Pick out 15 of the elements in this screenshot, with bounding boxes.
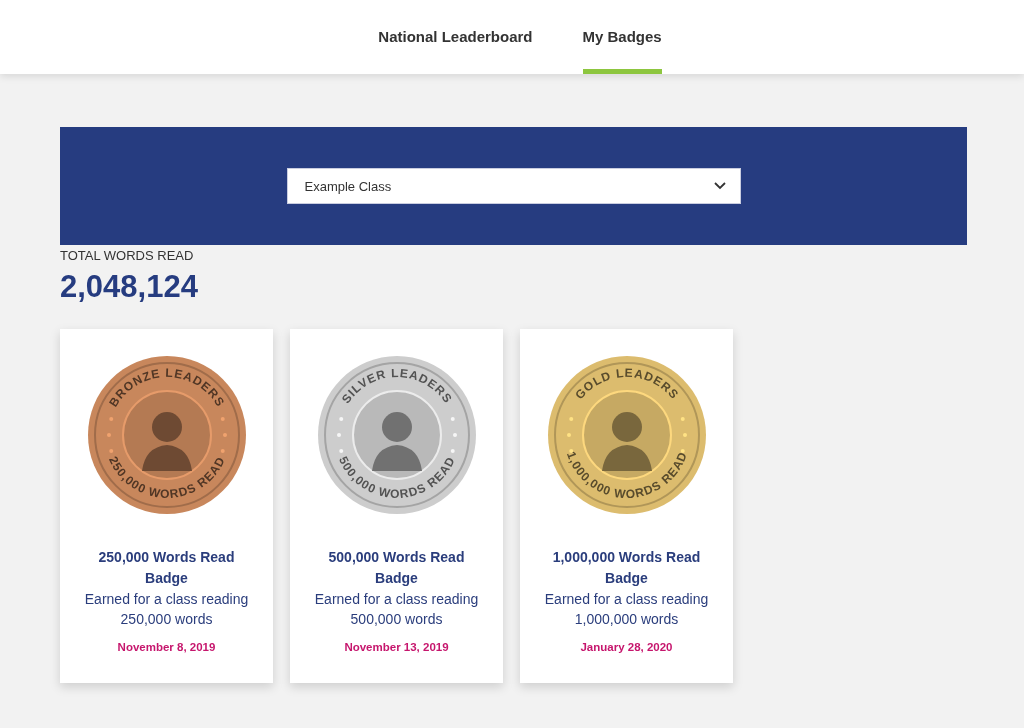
badge-title: 250,000 Words Read Badge bbox=[97, 548, 236, 588]
badge-description: Earned for a class reading 500,000 words bbox=[313, 590, 480, 629]
badge-date: January 28, 2020 bbox=[580, 641, 673, 653]
chevron-down-icon bbox=[713, 182, 726, 190]
badge-title: 500,000 Words Read Badge bbox=[327, 548, 466, 588]
nav-tab[interactable]: National Leaderboard bbox=[378, 0, 533, 74]
badge-description: Earned for a class reading 1,000,000 words bbox=[543, 590, 710, 629]
class-dropdown[interactable]: Example Class bbox=[286, 168, 741, 204]
total-words-label: TOTAL WORDS READ bbox=[60, 248, 195, 263]
badge-date: November 8, 2019 bbox=[117, 641, 216, 653]
badge-date: November 13, 2019 bbox=[344, 641, 449, 653]
total-words-value: 2,048,124 bbox=[60, 269, 199, 305]
badge-description: Earned for a class reading 250,000 words bbox=[83, 590, 250, 629]
badge-title: 1,000,000 Words Read Badge bbox=[551, 548, 702, 588]
nav-tab[interactable]: My Badges bbox=[582, 0, 662, 74]
